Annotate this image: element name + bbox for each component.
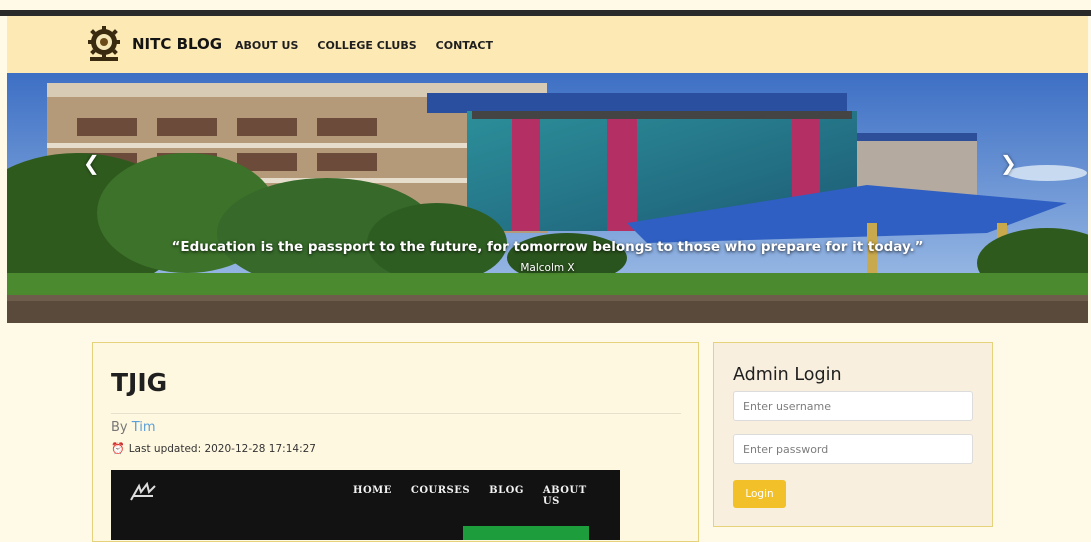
college-emblem-icon bbox=[88, 26, 120, 61]
hero-image bbox=[7, 73, 1088, 323]
carousel-next-icon[interactable]: ❯ bbox=[1000, 151, 1017, 175]
login-button[interactable]: Login bbox=[733, 480, 786, 508]
navbar: NITC BLOG ABOUT US COLLEGE CLUBS CONTACT bbox=[7, 16, 1088, 73]
nav-links: ABOUT US COLLEGE CLUBS CONTACT bbox=[235, 39, 512, 52]
carousel-prev-icon[interactable]: ❮ bbox=[83, 151, 100, 175]
hero-carousel: ❮ ❯ “Education is the passport to the fu… bbox=[7, 73, 1088, 323]
preview-logo bbox=[129, 481, 159, 506]
post-preview-image[interactable]: HOME COURSES BLOG ABOUT US bbox=[111, 470, 620, 540]
nav-link-contact[interactable]: CONTACT bbox=[436, 39, 493, 52]
post-last-updated: ⏰ Last updated: 2020-12-28 17:14:27 bbox=[111, 442, 316, 455]
hero-quote-author: Malcolm X bbox=[520, 262, 575, 274]
preview-nav: HOME COURSES BLOG ABOUT US bbox=[353, 485, 620, 507]
preview-green-banner bbox=[463, 526, 589, 540]
preview-nav-home: HOME bbox=[353, 485, 392, 496]
password-input[interactable] bbox=[733, 434, 973, 464]
hero-quote: “Education is the passport to the future… bbox=[171, 239, 924, 255]
post-author-link[interactable]: Tim bbox=[132, 420, 156, 435]
blog-post-card: TJIG By Tim ⏰ Last updated: 2020-12-28 1… bbox=[92, 342, 699, 542]
nav-link-about-us[interactable]: ABOUT US bbox=[235, 39, 298, 52]
post-byline: By Tim bbox=[111, 420, 156, 435]
preview-nav-about-us: ABOUT US bbox=[542, 485, 587, 507]
brand[interactable]: NITC BLOG bbox=[86, 26, 222, 62]
post-title[interactable]: TJIG bbox=[111, 368, 167, 397]
nav-link-college-clubs[interactable]: COLLEGE CLUBS bbox=[317, 39, 416, 52]
admin-login-card: Admin Login Login bbox=[713, 342, 993, 527]
preview-nav-blog: BLOG bbox=[489, 485, 524, 496]
preview-nav-courses: COURSES bbox=[410, 485, 471, 496]
last-updated-text: Last updated: 2020-12-28 17:14:27 bbox=[128, 442, 316, 455]
brand-title[interactable]: NITC BLOG bbox=[132, 35, 222, 53]
alarm-clock-icon: ⏰ bbox=[111, 442, 125, 455]
byline-prefix: By bbox=[111, 420, 128, 435]
admin-login-title: Admin Login bbox=[733, 365, 842, 385]
post-divider bbox=[111, 413, 681, 414]
username-input[interactable] bbox=[733, 391, 973, 421]
